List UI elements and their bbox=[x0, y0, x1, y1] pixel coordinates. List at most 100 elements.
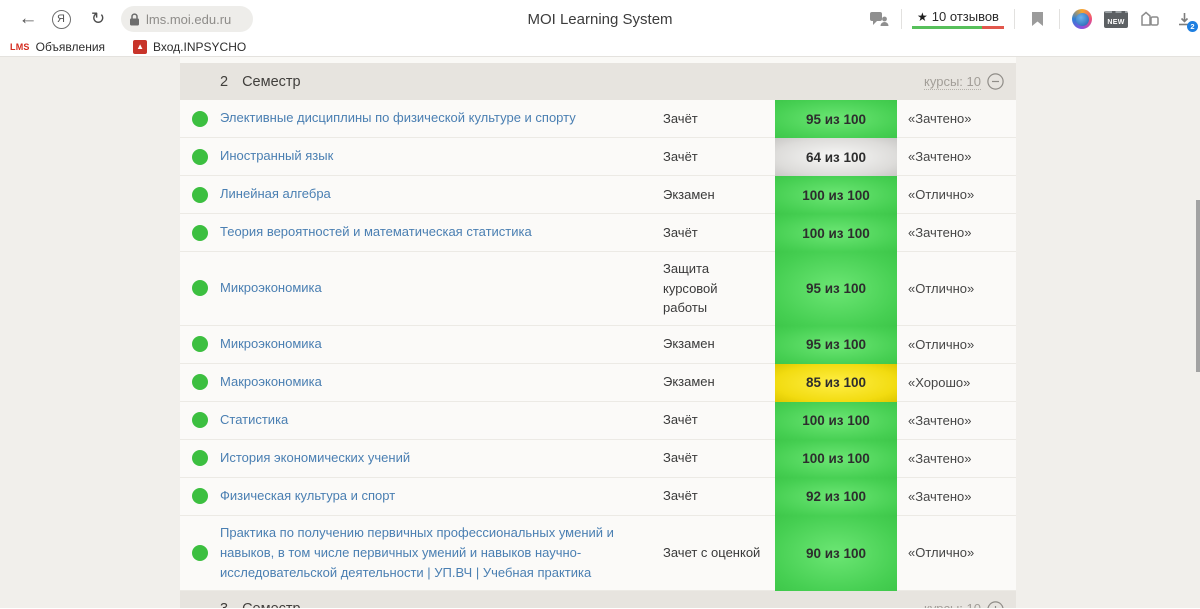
course-title-link[interactable]: Линейная алгебра bbox=[220, 184, 331, 204]
extension-circle-icon[interactable] bbox=[1070, 4, 1094, 34]
course-title-cell: Линейная алгебра bbox=[220, 176, 663, 214]
course-row: Микроэкономика Экзамен 95 из 100 «Отличн… bbox=[180, 326, 1016, 364]
status-dot-icon bbox=[192, 374, 208, 390]
score-badge: 100 из 100 bbox=[775, 440, 897, 478]
course-title-link[interactable]: Теория вероятностей и математическая ста… bbox=[220, 222, 532, 242]
course-title-link[interactable]: История экономических учений bbox=[220, 448, 410, 468]
bookmark-item-inpsycho[interactable]: ▲ Вход.INPSYCHO bbox=[133, 40, 246, 54]
course-title-cell: История экономических учений bbox=[220, 440, 663, 478]
course-status-cell bbox=[180, 214, 220, 252]
collections-icon[interactable] bbox=[1138, 4, 1162, 34]
bookmark-item-announcements[interactable]: LMS Объявления bbox=[10, 40, 105, 54]
collapse-icon[interactable] bbox=[987, 73, 1004, 90]
yandex-logo-button[interactable]: Я bbox=[48, 0, 74, 38]
address-bar[interactable]: lms.moi.edu.ru bbox=[121, 6, 253, 32]
course-row: Практика по получению первичных професси… bbox=[180, 516, 1016, 591]
assessment-type: Зачет с оценкой bbox=[663, 516, 775, 591]
bookmark-label: Вход.INPSYCHO bbox=[153, 40, 246, 54]
grade-text: «Отлично» bbox=[897, 176, 1016, 214]
courses-count-link[interactable]: курсы: 10 bbox=[924, 74, 981, 90]
course-row: Статистика Зачёт 100 из 100 «Зачтено» bbox=[180, 402, 1016, 440]
course-title-cell: Микроэкономика bbox=[220, 252, 663, 326]
expand-icon[interactable] bbox=[987, 601, 1004, 608]
yandex-icon: Я bbox=[52, 10, 71, 29]
course-title-link[interactable]: Статистика bbox=[220, 410, 288, 430]
divider bbox=[1014, 9, 1015, 29]
scrollbar-thumb[interactable] bbox=[1196, 200, 1200, 372]
rating-green-segment bbox=[912, 26, 982, 29]
semester-number: 3 bbox=[220, 601, 228, 608]
course-title-cell: Микроэкономика bbox=[220, 326, 663, 364]
grade-text: «Зачтено» bbox=[897, 478, 1016, 516]
grade-text: «Зачтено» bbox=[897, 100, 1016, 138]
rating-red-segment bbox=[982, 26, 1004, 29]
course-title-cell: Элективные дисциплины по физической куль… bbox=[220, 100, 663, 138]
assessment-type: Экзамен bbox=[663, 326, 775, 364]
reviews-label: 10 отзывов bbox=[932, 9, 999, 24]
back-button[interactable]: ← bbox=[14, 0, 42, 38]
course-row: Иностранный язык Зачёт 64 из 100 «Зачтен… bbox=[180, 138, 1016, 176]
course-status-cell bbox=[180, 478, 220, 516]
downloads-button[interactable]: 2 bbox=[1172, 4, 1196, 34]
divider bbox=[901, 9, 902, 29]
course-row: Теория вероятностей и математическая ста… bbox=[180, 214, 1016, 252]
course-title-link[interactable]: Макроэкономика bbox=[220, 372, 322, 392]
score-badge: 100 из 100 bbox=[775, 176, 897, 214]
status-dot-icon bbox=[192, 280, 208, 296]
new-extension-icon[interactable]: NEW bbox=[1104, 4, 1128, 34]
course-status-cell bbox=[180, 100, 220, 138]
downloads-badge: 2 bbox=[1187, 21, 1198, 32]
status-dot-icon bbox=[192, 149, 208, 165]
course-title-link[interactable]: Физическая культура и спорт bbox=[220, 486, 395, 506]
course-status-cell bbox=[180, 176, 220, 214]
course-status-cell bbox=[180, 326, 220, 364]
course-title-link[interactable]: Микроэкономика bbox=[220, 278, 322, 298]
bookmark-flag-icon[interactable] bbox=[1025, 4, 1049, 34]
status-dot-icon bbox=[192, 412, 208, 428]
course-status-cell bbox=[180, 440, 220, 478]
course-rows: Элективные дисциплины по физической куль… bbox=[180, 100, 1016, 591]
rating-bar bbox=[912, 26, 1004, 29]
status-dot-icon bbox=[192, 187, 208, 203]
status-dot-icon bbox=[192, 111, 208, 127]
course-title-link[interactable]: Практика по получению первичных професси… bbox=[220, 523, 663, 583]
course-title-cell: Макроэкономика bbox=[220, 364, 663, 402]
course-title-cell: Практика по получению первичных професси… bbox=[220, 516, 663, 591]
course-status-cell bbox=[180, 138, 220, 176]
grade-text: «Зачтено» bbox=[897, 138, 1016, 176]
course-row: Линейная алгебра Экзамен 100 из 100 «Отл… bbox=[180, 176, 1016, 214]
bookmarks-bar: LMS Объявления ▲ Вход.INPSYCHO bbox=[0, 38, 1200, 57]
semester-2-header: 2 Семестр курсы: 10 bbox=[180, 63, 1016, 100]
status-dot-icon bbox=[192, 336, 208, 352]
courses-count-link[interactable]: курсы: 10 bbox=[924, 601, 981, 608]
lms-favicon: LMS bbox=[10, 42, 30, 52]
assessment-type: Зачёт bbox=[663, 214, 775, 252]
score-badge: 85 из 100 bbox=[775, 364, 897, 402]
status-dot-icon bbox=[192, 545, 208, 561]
course-row: Микроэкономика Защита курсовой работы 95… bbox=[180, 252, 1016, 326]
course-row: Элективные дисциплины по физической куль… bbox=[180, 100, 1016, 138]
score-badge: 95 из 100 bbox=[775, 100, 897, 138]
semester-3-header: 3 Семестр курсы: 10 bbox=[180, 591, 1016, 608]
grade-text: «Отлично» bbox=[897, 516, 1016, 591]
course-title-link[interactable]: Элективные дисциплины по физической куль… bbox=[220, 108, 576, 128]
assessment-type: Зачёт bbox=[663, 100, 775, 138]
grade-text: «Зачтено» bbox=[897, 214, 1016, 252]
assessment-type: Зачёт bbox=[663, 440, 775, 478]
score-badge: 64 из 100 bbox=[775, 138, 897, 176]
course-title-link[interactable]: Иностранный язык bbox=[220, 146, 333, 166]
status-dot-icon bbox=[192, 488, 208, 504]
lock-icon bbox=[129, 13, 140, 26]
grade-text: «Зачтено» bbox=[897, 402, 1016, 440]
course-title-link[interactable]: Микроэкономика bbox=[220, 334, 322, 354]
protect-icon[interactable] bbox=[867, 4, 891, 34]
course-status-cell bbox=[180, 516, 220, 591]
course-title-cell: Физическая культура и спорт bbox=[220, 478, 663, 516]
refresh-button[interactable]: ↻ bbox=[84, 0, 112, 38]
semester-table: 2 Семестр курсы: 10 Элективные дисциплин… bbox=[180, 57, 1016, 608]
score-badge: 100 из 100 bbox=[775, 214, 897, 252]
course-status-cell bbox=[180, 402, 220, 440]
score-badge: 95 из 100 bbox=[775, 326, 897, 364]
reviews-button[interactable]: ★ 10 отзывов bbox=[912, 9, 1004, 29]
assessment-type: Зачёт bbox=[663, 138, 775, 176]
